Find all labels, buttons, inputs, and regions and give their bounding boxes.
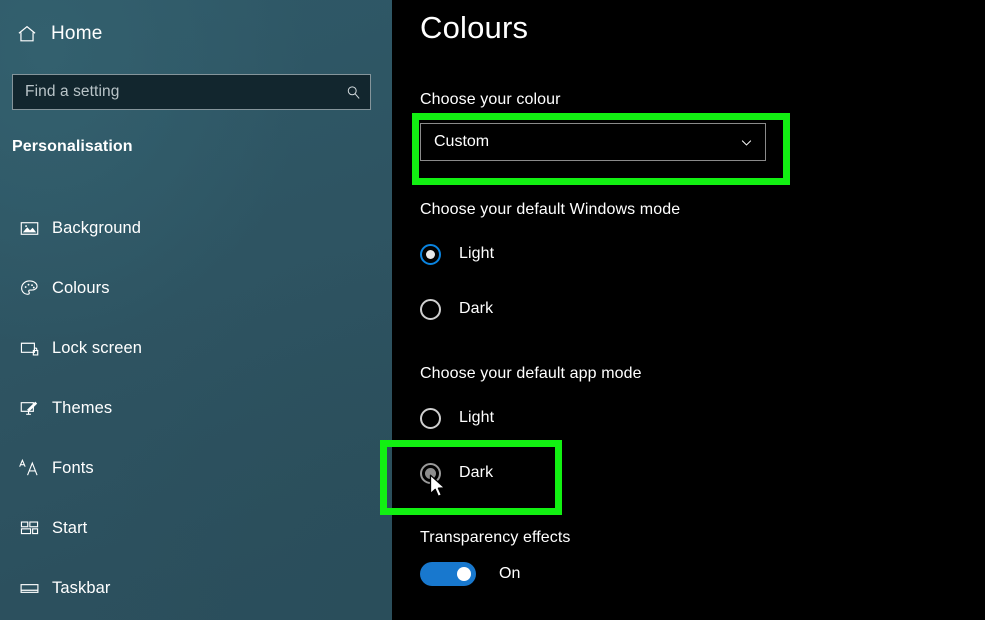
radio-indicator-selected [420, 243, 441, 265]
sidebar-item-taskbar[interactable]: Taskbar [0, 558, 392, 618]
picture-icon [12, 218, 46, 239]
choose-colour-dropdown[interactable]: Custom [420, 123, 766, 161]
taskbar-icon [12, 578, 46, 599]
home-icon [10, 23, 44, 45]
sidebar-item-themes[interactable]: Themes [0, 378, 392, 438]
sidebar-section-title: Personalisation [12, 138, 133, 155]
settings-window: Home Find a setting Personalisation Back… [0, 0, 985, 620]
choose-colour-label: Choose your colour [420, 91, 561, 108]
radio-label: Light [459, 409, 495, 426]
sidebar-item-fonts[interactable]: Fonts [0, 438, 392, 498]
app-mode-dark-radio[interactable]: Dark [420, 457, 493, 489]
sidebar-home-label: Home [51, 23, 103, 44]
sidebar-item-label: Background [52, 218, 142, 237]
transparency-toggle-row[interactable]: On [420, 562, 520, 586]
choose-colour-value: Custom [434, 133, 490, 150]
radio-label: Dark [459, 300, 494, 317]
search-placeholder: Find a setting [25, 83, 120, 100]
page-title: Colours [420, 10, 529, 45]
sidebar-item-label: Lock screen [52, 338, 143, 357]
radio-label: Light [459, 245, 495, 262]
sidebar-item-colours[interactable]: Colours [0, 258, 392, 318]
chevron-down-icon[interactable] [727, 135, 765, 150]
windows-mode-dark-radio[interactable]: Dark [420, 293, 493, 325]
radio-indicator-unselected [420, 298, 441, 320]
sidebar-item-label: Colours [52, 278, 110, 297]
main-content: Colours Choose your colour Custom Choose… [392, 0, 985, 620]
sidebar-item-lock-screen[interactable]: Lock screen [0, 318, 392, 378]
lock-screen-icon [12, 338, 46, 359]
sidebar: Home Find a setting Personalisation Back… [0, 0, 392, 620]
search-input[interactable]: Find a setting [12, 74, 371, 110]
palette-icon [12, 278, 46, 299]
app-mode-label: Choose your default app mode [420, 365, 642, 382]
radio-indicator-hover [420, 462, 441, 484]
sidebar-nav: Background Colours Lock screen Themes Fo… [0, 198, 392, 618]
fonts-aa-icon [12, 457, 46, 479]
radio-label: Dark [459, 464, 494, 481]
sidebar-item-start[interactable]: Start [0, 498, 392, 558]
transparency-state-label: On [499, 565, 521, 582]
sidebar-home-button[interactable]: Home [10, 16, 102, 52]
start-tiles-icon [12, 518, 46, 539]
sidebar-item-label: Start [52, 518, 88, 537]
windows-mode-light-radio[interactable]: Light [420, 238, 494, 270]
transparency-label: Transparency effects [420, 529, 571, 546]
sidebar-item-label: Taskbar [52, 578, 111, 597]
sidebar-item-label: Themes [52, 398, 113, 417]
sidebar-item-label: Fonts [52, 458, 94, 477]
sidebar-item-background[interactable]: Background [0, 198, 392, 258]
radio-indicator-unselected [420, 407, 441, 429]
transparency-toggle[interactable] [420, 562, 476, 586]
toggle-knob [457, 567, 471, 581]
search-icon[interactable] [336, 84, 370, 101]
windows-mode-label: Choose your default Windows mode [420, 201, 681, 218]
app-mode-light-radio[interactable]: Light [420, 402, 494, 434]
themes-brush-icon [12, 398, 46, 419]
